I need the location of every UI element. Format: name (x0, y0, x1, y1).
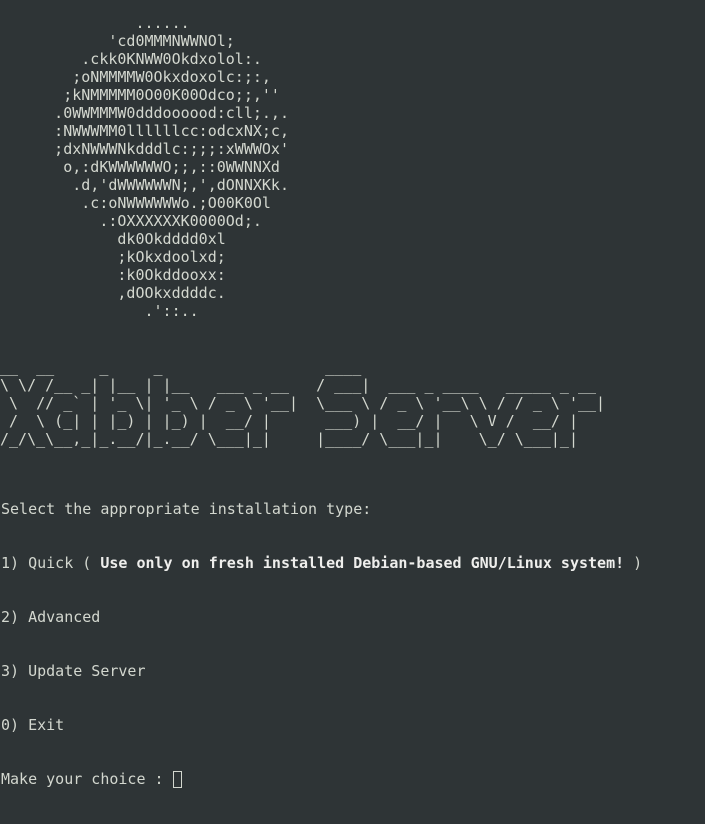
menu-option-quick-warning: Use only on fresh installed Debian-based… (100, 554, 625, 572)
installation-menu: Select the appropriate installation type… (1, 464, 642, 824)
ascii-logo-art: ...... 'cd0MMMNWWNOl; .ckk0KNWW0Okdxolol… (54, 14, 289, 320)
menu-option-quick-suffix: ) (624, 554, 643, 572)
menu-prompt: Select the appropriate installation type… (1, 500, 372, 518)
menu-option-update-server: 3) Update Server (1, 662, 146, 680)
terminal-window: ...... 'cd0MMMNWWNOl; .ckk0KNWW0Okdxolol… (0, 0, 705, 788)
ascii-banner-xabber-server: __ __ _ _ ____ \ \/ /__ _| |__ | |__ ___… (0, 358, 606, 448)
choice-prompt: Make your choice : (1, 770, 173, 788)
menu-option-quick-prefix: 1) Quick ( (1, 554, 101, 572)
terminal-cursor[interactable] (172, 771, 182, 788)
menu-option-advanced: 2) Advanced (1, 608, 101, 626)
menu-option-quick: 1) Quick ( Use only on fresh installed D… (1, 554, 642, 572)
menu-option-exit: 0) Exit (1, 716, 65, 734)
choice-input-line[interactable]: Make your choice : (1, 770, 642, 788)
